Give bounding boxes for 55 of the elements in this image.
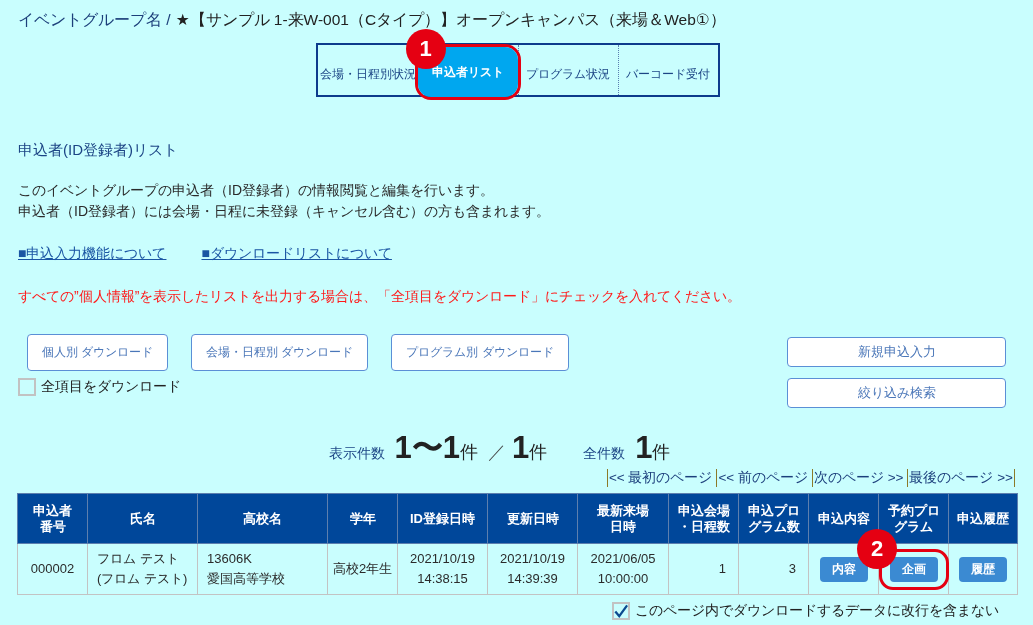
column-header: 申込履歴: [948, 493, 1018, 544]
table-cell: 高校2年生: [327, 543, 398, 595]
row-action-button[interactable]: 履歴: [959, 556, 1007, 582]
column-header: 氏名: [87, 493, 198, 544]
tab[interactable]: バーコード受付: [626, 66, 710, 81]
action-button[interactable]: 絞り込み検索: [787, 378, 1006, 408]
table-cell: 1: [668, 543, 739, 595]
description-line: 申込者（ID登録者）には会場・日程に未登録（キャンセル含む）の方も含まれます。: [18, 202, 551, 221]
table-cell: 2021/10/19 14:39:39: [487, 543, 578, 595]
table-cell: 2021/10/19 14:38:15: [397, 543, 488, 595]
notice-text: すべての”個人情報”を表示したリストを出力する場合は、「全項目をダウンロード」にチェックを入れてください。: [18, 287, 743, 306]
tab[interactable]: 会場・日程別状況: [319, 66, 416, 81]
download-button[interactable]: 個人別 ダウンロード: [27, 334, 169, 371]
table-cell: フロム テスト (フロム テスト): [87, 543, 198, 595]
count-label: 表示件数: [328, 445, 385, 463]
help-link[interactable]: ■ダウンロードリストについて: [201, 243, 392, 263]
column-header: 最新来場日時: [577, 493, 669, 544]
count-separator: ／: [488, 441, 506, 464]
column-header: 申込会場・日程数: [668, 493, 739, 544]
event-title: ★【サンプル 1-来W-001（Cタイプ）】オープンキャンパス（来場＆Web①）: [175, 11, 726, 29]
section-title: 申込者(ID登録者)リスト: [18, 140, 179, 160]
checkbox-label: このページ内でダウンロードするデータに改行を含まない: [635, 602, 999, 620]
column-header: ID登録日時: [397, 493, 488, 544]
table-cell: 2021/06/05 10:00:00: [577, 543, 669, 595]
count-unit: 件: [460, 442, 478, 464]
table-cell: 13606K 愛国高等学校: [197, 543, 328, 595]
column-header: 申込者番号: [17, 493, 88, 544]
pagination-link[interactable]: << 最初のページ: [606, 469, 717, 487]
count-unit: 件: [652, 442, 671, 464]
action-button[interactable]: 新規申込入力: [787, 337, 1006, 367]
checkbox-label: 全項目をダウンロード: [41, 378, 181, 396]
tab[interactable]: プログラム状況: [526, 66, 610, 81]
pagination-link[interactable]: << 前のページ: [716, 469, 812, 487]
checkbox[interactable]: [18, 378, 36, 396]
column-header: 学年: [327, 493, 398, 544]
table-cell: 3: [738, 543, 809, 595]
help-link[interactable]: ■申込入力機能について: [18, 243, 167, 263]
table-cell: 000002: [17, 543, 88, 595]
download-button[interactable]: 会場・日程別 ダウンロード: [191, 334, 369, 371]
checkmark-icon: [614, 603, 628, 619]
total-label: 全件数: [583, 445, 626, 463]
group-label: イベントグループ名 /: [18, 11, 171, 29]
total-value: 1: [635, 430, 653, 466]
pagination-link[interactable]: 次のページ >>: [811, 469, 908, 487]
pagination-link[interactable]: 最後のページ >>: [907, 469, 1015, 487]
column-header: 申込プログラム数: [738, 493, 809, 544]
count-range: 1〜1: [394, 430, 460, 466]
count-unit: 件: [529, 442, 548, 464]
column-header: 高校名: [197, 493, 328, 544]
download-button[interactable]: プログラム別 ダウンロード: [391, 334, 569, 371]
count-value: 1: [512, 430, 530, 466]
row-action-button[interactable]: 企画: [890, 556, 938, 582]
column-header: 更新日時: [487, 493, 578, 544]
checkbox[interactable]: [612, 602, 630, 620]
description-line: このイベントグループの申込者（ID登録者）の情報閲覧と編集を行います。: [18, 181, 495, 200]
